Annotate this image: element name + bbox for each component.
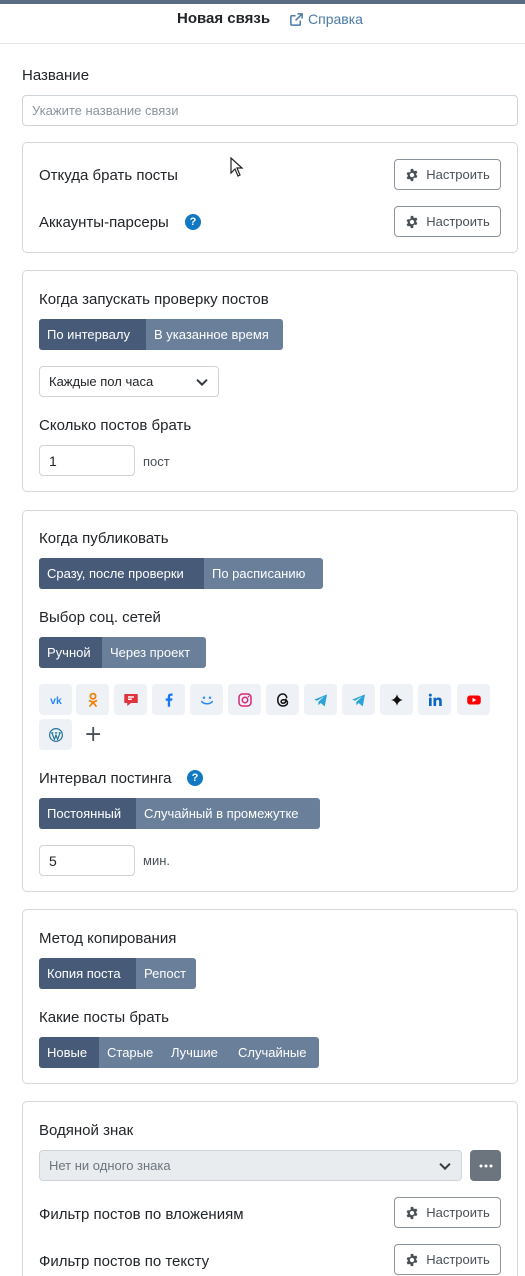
social-vk-message[interactable] xyxy=(114,684,147,715)
copy-method-label: Метод копирования xyxy=(39,930,177,947)
add-social-button[interactable]: + xyxy=(84,724,102,746)
social-vk[interactable]: vk xyxy=(39,684,72,715)
which-posts-label: Какие посты брать xyxy=(39,1009,169,1026)
publish-mode-immediate[interactable]: Сразу, после проверки xyxy=(39,558,204,589)
watermark-value: Нет ни одного знака xyxy=(49,1158,171,1173)
posting-interval-unit: мин. xyxy=(143,853,170,868)
social-odnoklassniki[interactable] xyxy=(76,684,109,715)
configure-posts-source-button[interactable]: Настроить xyxy=(394,159,501,190)
configure-label: Настроить xyxy=(426,1252,490,1267)
social-select-label: Выбор соц. сетей xyxy=(39,609,161,626)
attach-filter-label: Фильтр постов по вложениям xyxy=(39,1206,244,1223)
posts-count-label: Сколько постов брать xyxy=(39,417,192,434)
social-wordpress[interactable] xyxy=(39,719,72,750)
telegram-icon xyxy=(313,693,327,706)
social-youtube[interactable] xyxy=(457,684,490,715)
configure-label: Настроить xyxy=(426,167,490,182)
social-instagram[interactable] xyxy=(228,684,261,715)
watermark-label: Водяной знак xyxy=(39,1122,134,1139)
parser-accounts-label: Аккаунты-парсеры xyxy=(39,214,169,231)
social-mode-project[interactable]: Через проект xyxy=(102,637,206,668)
check-mode-time[interactable]: В указанное время xyxy=(146,319,283,350)
configure-parser-accounts-button[interactable]: Настроить xyxy=(394,206,501,237)
social-vk-group[interactable] xyxy=(190,684,223,715)
instagram-icon xyxy=(237,692,252,707)
posts-count-unit: пост xyxy=(143,454,170,469)
help-link-label: Справка xyxy=(308,11,363,27)
which-posts-random[interactable]: Случайные xyxy=(230,1037,319,1068)
vk-icon: vk xyxy=(50,694,62,706)
vk-group-icon xyxy=(200,696,213,704)
check-mode-interval[interactable]: По интервалу xyxy=(39,319,146,350)
which-posts-toggle: Новые Старые Лучшие Случайные xyxy=(39,1037,319,1068)
facebook-icon xyxy=(165,692,173,707)
vk-message-icon xyxy=(123,693,138,706)
name-label: Название xyxy=(22,67,90,84)
configure-label: Настроить xyxy=(426,214,490,229)
posting-interval-constant[interactable]: Постоянный xyxy=(39,798,136,829)
social-telegram-channel[interactable] xyxy=(342,684,375,715)
threads-icon xyxy=(276,692,288,707)
posts-count-input[interactable] xyxy=(39,445,135,476)
posting-interval-toggle: Постоянный Случайный в промежутке xyxy=(39,798,320,829)
sparkle-icon xyxy=(390,693,403,706)
social-telegram[interactable] xyxy=(304,684,337,715)
check-interval-select[interactable]: Каждые пол часа xyxy=(39,366,219,397)
linkedin-icon xyxy=(428,693,442,706)
configure-attach-filter-button[interactable]: Настроить xyxy=(394,1197,501,1228)
posting-interval-help-icon[interactable]: ? xyxy=(187,770,203,786)
social-mode-toggle: Ручной Через проект xyxy=(39,637,206,668)
social-mode-manual[interactable]: Ручной xyxy=(39,637,102,668)
publish-mode-schedule[interactable]: По расписанию xyxy=(204,558,323,589)
name-input[interactable] xyxy=(22,95,518,126)
youtube-icon xyxy=(466,695,481,704)
wordpress-icon xyxy=(48,727,63,742)
social-threads[interactable] xyxy=(266,684,299,715)
publish-mode-toggle: Сразу, после проверки По расписанию xyxy=(39,558,323,589)
page-title: Новая связь xyxy=(177,10,271,27)
gear-icon xyxy=(406,168,418,181)
posting-interval-random[interactable]: Случайный в промежутке xyxy=(136,798,320,829)
copy-method-toggle: Копия поста Репост xyxy=(39,958,196,989)
mouse-cursor-icon xyxy=(230,157,244,177)
odnoklassniki-icon xyxy=(88,692,97,707)
modal-header: Новая связь Справка xyxy=(0,4,525,44)
posting-interval-label: Интервал постинга xyxy=(39,770,172,787)
text-filter-label: Фильтр постов по тексту xyxy=(39,1253,210,1270)
chevron-down-icon xyxy=(196,374,208,386)
posting-interval-input[interactable] xyxy=(39,845,135,876)
check-title: Когда запускать проверку постов xyxy=(39,291,269,308)
watermark-more-button[interactable] xyxy=(470,1150,501,1181)
copy-method-copy[interactable]: Копия поста xyxy=(39,958,136,989)
watermark-select[interactable]: Нет ни одного знака xyxy=(39,1150,462,1181)
copy-method-repost[interactable]: Репост xyxy=(136,958,196,989)
telegram-channel-icon xyxy=(351,693,365,706)
help-link[interactable]: Справка xyxy=(289,8,363,30)
configure-text-filter-button[interactable]: Настроить xyxy=(394,1244,501,1275)
configure-label: Настроить xyxy=(426,1205,490,1220)
check-interval-value: Каждые пол часа xyxy=(49,374,154,389)
chevron-down-icon xyxy=(439,1158,451,1170)
which-posts-best[interactable]: Лучшие xyxy=(163,1037,230,1068)
gear-icon xyxy=(406,1206,418,1219)
gear-icon xyxy=(406,215,418,228)
more-dots-icon xyxy=(479,1164,492,1167)
social-sparkle[interactable] xyxy=(380,684,413,715)
svg-text:vk: vk xyxy=(50,694,62,706)
posts-source-label: Откуда брать посты xyxy=(39,167,178,184)
social-facebook[interactable] xyxy=(152,684,185,715)
external-link-icon xyxy=(290,12,303,26)
social-linkedin[interactable] xyxy=(418,684,451,715)
which-posts-new[interactable]: Новые xyxy=(39,1037,99,1068)
publish-title: Когда публиковать xyxy=(39,530,169,547)
parser-accounts-help-icon[interactable]: ? xyxy=(185,214,201,230)
which-posts-old[interactable]: Старые xyxy=(99,1037,163,1068)
check-mode-toggle: По интервалу В указанное время xyxy=(39,319,283,350)
gear-icon xyxy=(406,1253,418,1266)
